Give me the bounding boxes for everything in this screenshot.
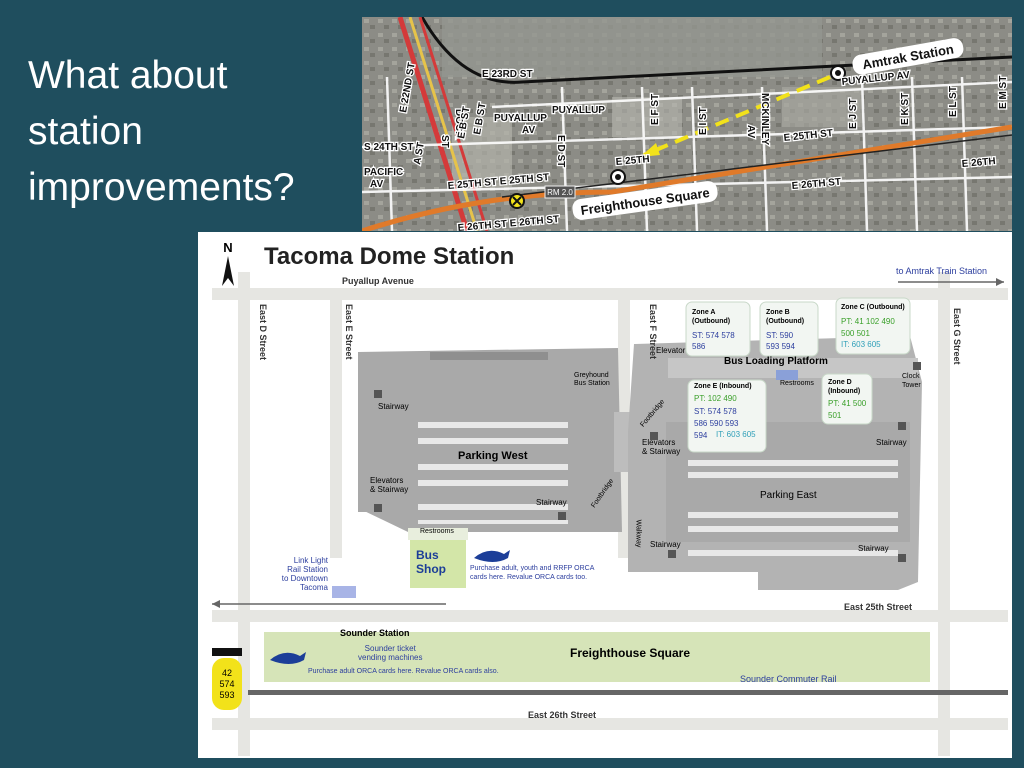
street-label: E F ST	[650, 94, 661, 125]
zone-c-box	[835, 297, 911, 355]
street-label: E M ST	[998, 76, 1009, 109]
street-label: E L ST	[948, 86, 959, 117]
street-label: PUYALLUP	[494, 113, 547, 124]
street-label: E K ST	[900, 93, 911, 125]
zone-d-box	[821, 373, 873, 425]
sounder-rail-line	[248, 690, 1008, 695]
zone-e-box	[687, 379, 767, 453]
station-map: N Tacoma Dome Station to Amtrak Train St…	[198, 232, 1012, 758]
aerial-map: RM 2.0 E 23RD ST PUYALLUP PUYALLUP AV PU…	[362, 17, 1012, 231]
street-label: East 25th Street	[844, 602, 912, 612]
street-label: MCKINLEY	[759, 93, 770, 146]
street-label: ST	[439, 135, 450, 148]
street-label: AV	[370, 179, 383, 190]
slide-title: What about station improvements?	[28, 54, 295, 209]
zone-a-box	[685, 301, 751, 357]
street-east-g	[938, 272, 950, 756]
north-label: N	[223, 240, 232, 255]
street-label: East G Street	[952, 308, 962, 365]
zone-b-box	[759, 301, 819, 357]
street-label: Puyallup Avenue	[342, 276, 414, 286]
rm-label: RM 2.0	[547, 188, 573, 197]
station-map-title: Tacoma Dome Station	[264, 243, 514, 270]
street-label: PACIFIC	[364, 167, 403, 178]
freighthouse-square-area	[264, 632, 930, 682]
street-label: East D Street	[258, 304, 268, 360]
street-label: S 24TH ST	[364, 142, 413, 153]
street-label: East F Street	[648, 304, 658, 359]
street-label: East E Street	[344, 304, 354, 360]
bus-shop-area	[410, 540, 466, 588]
street-east-e	[330, 288, 342, 558]
street-label: E J ST	[848, 98, 859, 129]
street-east-26th	[212, 718, 1008, 730]
amtrak-link[interactable]: to Amtrak Train Station	[896, 266, 987, 276]
street-label: E D ST	[555, 135, 566, 167]
bus-stop-icon	[212, 658, 242, 710]
street-label: E I ST	[698, 107, 709, 135]
street-label: East 26th Street	[528, 710, 596, 720]
street-label: PUYALLUP	[552, 105, 605, 116]
street-label: E 23RD ST	[482, 69, 533, 80]
light-rail-marker	[332, 586, 356, 598]
street-label: AV	[745, 125, 756, 138]
street-label: AV	[522, 125, 535, 136]
